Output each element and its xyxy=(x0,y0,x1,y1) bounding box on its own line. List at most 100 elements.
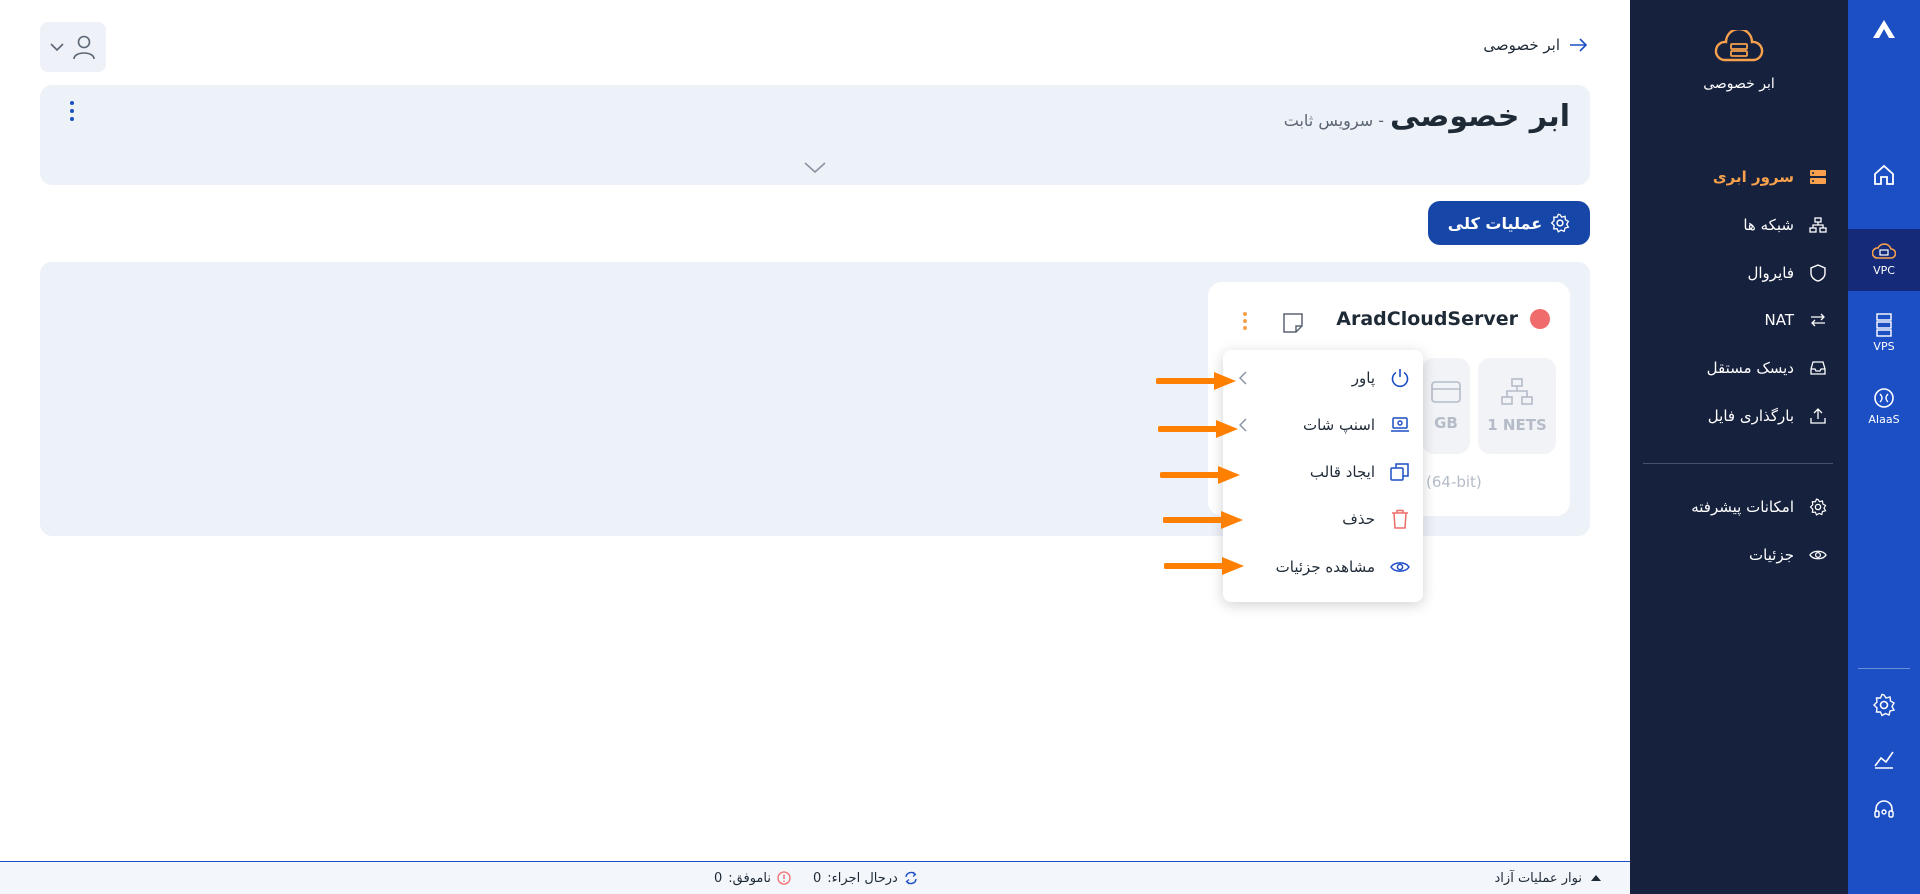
general-operations-label: عملیات کلی xyxy=(1447,213,1543,233)
sidebar: ابر خصوصی سرور ابری شبکه ها فایروال NAT … xyxy=(1630,0,1848,894)
upload-icon xyxy=(1808,406,1828,426)
annotation-arrow-icon xyxy=(1158,420,1238,438)
sidebar-item-details[interactable]: جزئیات xyxy=(1648,540,1828,570)
os-arch: (64-bit) xyxy=(1426,473,1482,491)
gear-icon xyxy=(1873,693,1896,717)
app-logo[interactable] xyxy=(1848,14,1920,44)
running-count: 0 xyxy=(812,870,822,886)
operations-bar-title: نوار عملیات آزاد xyxy=(1494,870,1582,886)
operations-bar-toggle[interactable]: نوار عملیات آزاد xyxy=(1495,871,1602,886)
sidebar-item-upload[interactable]: بارگذاری فایل xyxy=(1648,401,1828,431)
nets-stat: 1 NETS xyxy=(1478,358,1556,454)
main-content: ابر خصوصی ابر خصوصی - سرویس ثابت عملیات … xyxy=(0,0,1630,894)
sync-icon xyxy=(905,871,917,885)
network-icon xyxy=(1501,378,1533,405)
failed-label: ناموفق: xyxy=(728,870,771,886)
rail-divider xyxy=(1858,668,1910,669)
server-title: AradCloudServer xyxy=(1336,308,1550,330)
menu-item-view-details[interactable]: مشاهده جزئیات xyxy=(1223,544,1423,590)
menu-item-delete[interactable]: حذف xyxy=(1223,496,1423,542)
network-icon xyxy=(1808,215,1828,235)
chevron-left-icon xyxy=(1239,371,1247,385)
expand-chevron-icon[interactable] xyxy=(803,160,827,179)
sidebar-item-firewall[interactable]: فایروال xyxy=(1648,258,1828,288)
operations-status: درحال اجراء: 0 ناموفق: 0 xyxy=(714,871,918,886)
user-icon xyxy=(73,35,95,60)
alert-circle-icon xyxy=(777,871,791,885)
annotation-arrow-icon xyxy=(1160,466,1240,484)
card-kebab-menu-icon[interactable] xyxy=(1243,312,1247,330)
header-kebab-menu-icon[interactable] xyxy=(70,101,74,121)
cloud-server-icon xyxy=(1714,27,1764,62)
chevron-down-icon xyxy=(50,43,64,52)
sidebar-item-label: امکانات پیشرفته xyxy=(1691,498,1794,516)
server-name: AradCloudServer xyxy=(1336,308,1518,330)
sidebar-item-disk[interactable]: دیسک مستقل xyxy=(1648,353,1828,383)
sidebar-item-label: فایروال xyxy=(1747,264,1794,282)
sidebar-item-advanced[interactable]: امکانات پیشرفته xyxy=(1648,492,1828,522)
rail-reports[interactable] xyxy=(1848,743,1920,773)
sidebar-item-networks[interactable]: شبکه ها xyxy=(1648,210,1828,240)
home-icon xyxy=(1874,164,1894,185)
menu-item-create-template[interactable]: ایجاد قالب xyxy=(1223,449,1423,495)
logo-icon xyxy=(1873,20,1895,38)
sidebar-service-title: ابر خصوصی xyxy=(1703,76,1775,92)
gear-icon xyxy=(1808,497,1828,517)
page-subtitle: - سرویس ثابت xyxy=(1283,111,1384,130)
sidebar-item-label: سرور ابری xyxy=(1712,168,1794,186)
note-icon[interactable] xyxy=(1282,312,1304,338)
caret-up-icon xyxy=(1591,875,1601,881)
rail-item-label: VPC xyxy=(1873,264,1895,277)
trash-icon xyxy=(1389,508,1411,530)
running-status: درحال اجراء: 0 xyxy=(813,871,918,886)
storage-icon xyxy=(1431,381,1461,403)
menu-item-snapshot[interactable]: اسنپ شات xyxy=(1223,402,1423,448)
rail-settings[interactable] xyxy=(1848,690,1920,720)
nets-value: 1 NETS xyxy=(1487,416,1547,434)
gear-icon xyxy=(1550,213,1570,233)
rail-item-vpc[interactable]: VPC xyxy=(1848,229,1920,291)
chart-icon xyxy=(1874,751,1894,769)
ai-brain-icon xyxy=(1874,388,1894,408)
storage-value: GB xyxy=(1434,414,1458,432)
sidebar-item-cloud-server[interactable]: سرور ابری xyxy=(1648,162,1828,192)
service-header-card: ابر خصوصی - سرویس ثابت xyxy=(40,85,1590,185)
user-menu-button[interactable] xyxy=(40,22,106,72)
menu-item-label: اسنپ شات xyxy=(1302,416,1375,434)
sidebar-item-label: NAT xyxy=(1764,311,1794,329)
snapshot-icon xyxy=(1389,414,1411,436)
sidebar-item-label: شبکه ها xyxy=(1743,216,1794,234)
menu-item-power[interactable]: پاور xyxy=(1223,355,1423,401)
annotation-arrow-icon xyxy=(1164,557,1244,575)
app-rail: VPC VPS AIaaS xyxy=(1848,0,1920,894)
general-operations-button[interactable]: عملیات کلی xyxy=(1428,201,1590,245)
nat-arrows-icon xyxy=(1808,310,1828,330)
running-label: درحال اجراء: xyxy=(827,870,898,886)
failed-status: ناموفق: 0 xyxy=(714,871,791,886)
failed-count: 0 xyxy=(714,870,723,886)
sidebar-item-nat[interactable]: NAT xyxy=(1648,305,1828,335)
eye-icon xyxy=(1808,545,1828,565)
rail-home[interactable] xyxy=(1848,150,1920,200)
cloud-server-icon xyxy=(1872,243,1896,259)
server-stack-icon xyxy=(1876,313,1892,337)
page-title: ابر خصوصی - سرویس ثابت xyxy=(1284,99,1570,134)
menu-item-label: پاور xyxy=(1351,369,1375,387)
eye-icon xyxy=(1389,556,1411,578)
rail-item-aiaas[interactable]: AIaaS xyxy=(1848,375,1920,437)
rail-item-label: VPS xyxy=(1873,340,1895,353)
template-icon xyxy=(1389,461,1411,483)
rail-support[interactable] xyxy=(1848,795,1920,825)
back-link[interactable]: ابر خصوصی xyxy=(1483,36,1588,54)
disk-icon xyxy=(1808,358,1828,378)
server-context-menu: پاور اسنپ شات ایجاد قالب حذف مشاهده جزئی… xyxy=(1223,350,1423,602)
rail-item-vps[interactable]: VPS xyxy=(1848,302,1920,364)
sidebar-item-label: دیسک مستقل xyxy=(1706,359,1794,377)
menu-item-label: حذف xyxy=(1342,510,1375,528)
menu-item-label: مشاهده جزئیات xyxy=(1275,558,1375,576)
headset-icon xyxy=(1874,800,1894,818)
annotation-arrow-icon xyxy=(1156,372,1236,390)
operations-bar: نوار عملیات آزاد درحال اجراء: 0 ناموفق: … xyxy=(0,861,1630,894)
shield-icon xyxy=(1808,263,1828,283)
sidebar-divider xyxy=(1643,463,1833,464)
